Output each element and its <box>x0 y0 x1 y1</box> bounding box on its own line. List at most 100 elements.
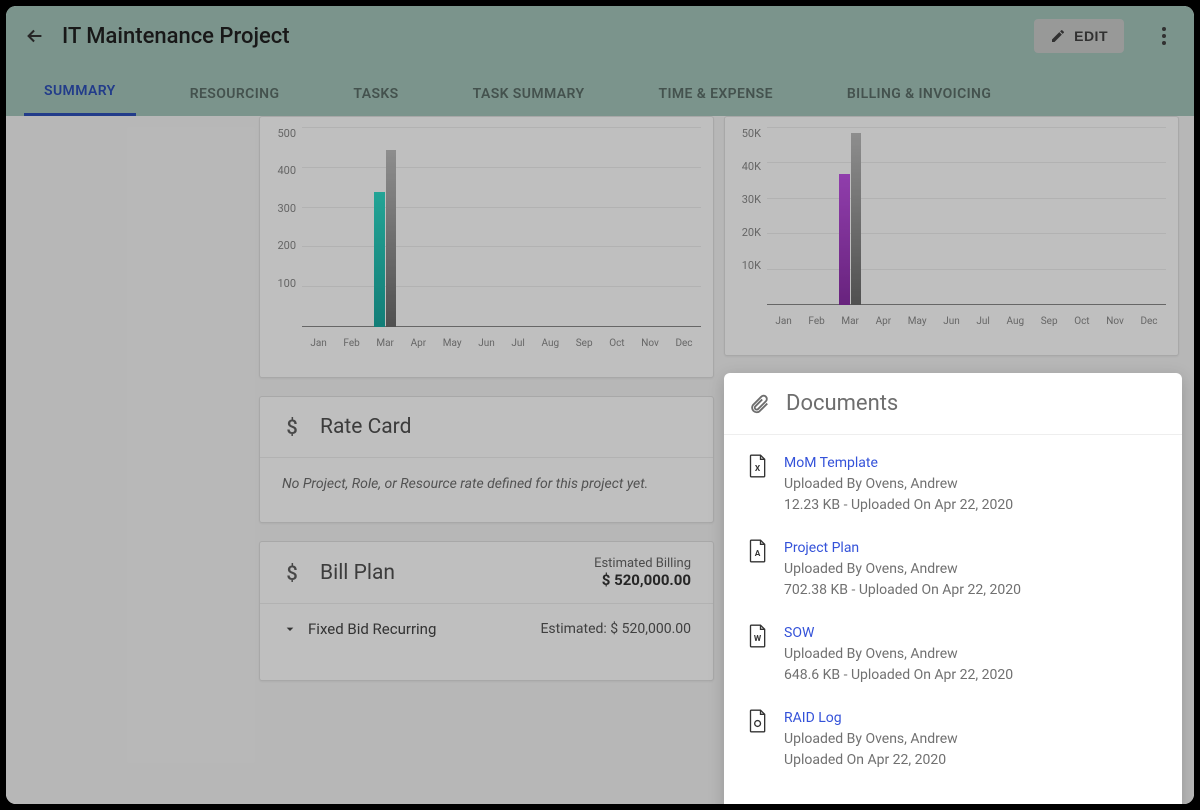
bill-plan-title: Bill Plan <box>320 561 594 585</box>
tab-tasks[interactable]: TASKS <box>333 72 418 116</box>
bar-slot <box>407 127 429 327</box>
y-tick: 50K <box>725 127 765 140</box>
documents-panel: Documents XMoM TemplateUploaded By Ovens… <box>724 373 1182 804</box>
chart-card-right: 50K40K30K20K10K JanFebMarAprMayJunJulAug… <box>724 116 1179 356</box>
bar-slot <box>574 127 596 327</box>
dollar-icon: $ <box>282 561 302 585</box>
x-label: May <box>908 316 927 327</box>
bar <box>374 192 385 327</box>
x-label: Aug <box>541 338 559 349</box>
x-label: Oct <box>609 338 624 349</box>
y-tick: 500 <box>260 127 300 140</box>
x-label: Dec <box>675 338 692 349</box>
x-label: Jun <box>943 316 960 327</box>
bar-slot <box>673 127 695 327</box>
bar-slot <box>939 127 961 305</box>
rate-card: $ Rate Card No Project, Role, or Resourc… <box>259 396 714 523</box>
file-generic-icon <box>748 709 768 733</box>
bar-slot <box>1138 127 1160 305</box>
x-label: Sep <box>576 338 593 349</box>
page-title: IT Maintenance Project <box>62 24 1018 49</box>
tab-task-summary[interactable]: TASK SUMMARY <box>453 72 605 116</box>
bill-row-label: Fixed Bid Recurring <box>308 620 540 638</box>
document-link[interactable]: Project Plan <box>784 538 1021 559</box>
document-link[interactable]: MoM Template <box>784 453 1013 474</box>
bar-slot <box>441 127 463 327</box>
x-label: Aug <box>1006 316 1024 327</box>
tab-summary[interactable]: SUMMARY <box>24 69 136 116</box>
estimated-billing-amount: $ 520,000.00 <box>594 571 691 589</box>
x-label: Mar <box>376 338 394 349</box>
x-label: Apr <box>411 338 427 349</box>
x-label: Oct <box>1074 316 1089 327</box>
bar <box>839 174 850 305</box>
document-uploaded-by: Uploaded By Ovens, Andrew <box>784 729 958 750</box>
y-tick: 200 <box>260 239 300 252</box>
svg-text:W: W <box>754 634 762 644</box>
content-area: 500400300200100 JanFebMarAprMayJunJulAug… <box>6 116 1194 804</box>
bar-slot <box>872 127 894 305</box>
file-doc-icon: W <box>748 624 768 648</box>
y-tick: 400 <box>260 164 300 177</box>
tab-billing-invoicing[interactable]: BILLING & INVOICING <box>827 72 1011 116</box>
file-xls-icon: X <box>748 454 768 478</box>
tabs-bar: SUMMARY RESOURCING TASKS TASK SUMMARY TIME &… <box>6 66 1194 116</box>
bar-slot <box>839 127 861 305</box>
dollar-icon: $ <box>282 415 302 439</box>
pencil-icon <box>1050 28 1066 44</box>
bar-slot <box>540 127 562 327</box>
file-pdf-icon: A <box>748 539 768 563</box>
x-label: Jan <box>775 316 791 327</box>
bar-slot <box>1005 127 1027 305</box>
x-label: Jul <box>976 316 989 327</box>
x-label: Jun <box>478 338 495 349</box>
more-menu-button[interactable] <box>1152 24 1176 48</box>
app-header: IT Maintenance Project EDIT <box>6 6 1194 66</box>
tab-resourcing[interactable]: RESOURCING <box>170 72 300 116</box>
document-link[interactable]: SOW <box>784 623 1013 644</box>
y-tick: 10K <box>725 259 765 272</box>
bill-plan-row[interactable]: Fixed Bid Recurring Estimated: $ 520,000… <box>260 604 713 654</box>
edit-button-label: EDIT <box>1074 28 1108 44</box>
bar-slot <box>972 127 994 305</box>
more-vertical-icon <box>1162 34 1166 38</box>
bar-slot <box>308 127 330 327</box>
document-uploaded-by: Uploaded By Ovens, Andrew <box>784 559 1021 580</box>
x-label: Dec <box>1140 316 1157 327</box>
tab-time-expense[interactable]: TIME & EXPENSE <box>638 72 792 116</box>
svg-text:A: A <box>755 549 761 559</box>
y-tick: 40K <box>725 160 765 173</box>
x-label: Nov <box>1106 316 1124 327</box>
x-label: Apr <box>876 316 892 327</box>
bar-slot <box>1039 127 1061 305</box>
x-label: Mar <box>841 316 859 327</box>
document-meta: 12.23 KB - Uploaded On Apr 22, 2020 <box>784 495 1013 516</box>
edit-button[interactable]: EDIT <box>1034 19 1124 53</box>
svg-text:X: X <box>755 464 761 474</box>
attachment-icon <box>748 393 770 415</box>
x-label: Sep <box>1041 316 1058 327</box>
bar-slot <box>640 127 662 327</box>
bar <box>386 150 397 327</box>
rate-card-title: Rate Card <box>320 415 411 439</box>
bar-slot <box>773 127 795 305</box>
estimated-billing-label: Estimated Billing <box>594 556 691 571</box>
document-item: A Project PlanUploaded By Ovens, Andrew70… <box>748 538 1158 601</box>
document-uploaded-by: Uploaded By Ovens, Andrew <box>784 644 1013 665</box>
x-label: Feb <box>808 316 824 327</box>
bill-row-estimate: Estimated: $ 520,000.00 <box>540 621 691 637</box>
chart-card-left: 500400300200100 JanFebMarAprMayJunJulAug… <box>259 116 714 378</box>
x-label: Feb <box>343 338 359 349</box>
bar-slot <box>906 127 928 305</box>
bar <box>851 133 862 305</box>
document-item: XMoM TemplateUploaded By Ovens, Andrew12… <box>748 453 1158 516</box>
x-label: Jul <box>511 338 524 349</box>
back-arrow-icon[interactable] <box>24 25 46 47</box>
y-tick: 20K <box>725 226 765 239</box>
document-meta: 702.38 KB - Uploaded On Apr 22, 2020 <box>784 580 1021 601</box>
bill-plan-card: $ Bill Plan Estimated Billing $ 520,000.… <box>259 541 714 681</box>
document-link[interactable]: RAID Log <box>784 708 958 729</box>
document-item: RAID LogUploaded By Ovens, AndrewUploade… <box>748 708 1158 771</box>
chevron-down-icon <box>282 621 298 637</box>
bar-slot <box>507 127 529 327</box>
